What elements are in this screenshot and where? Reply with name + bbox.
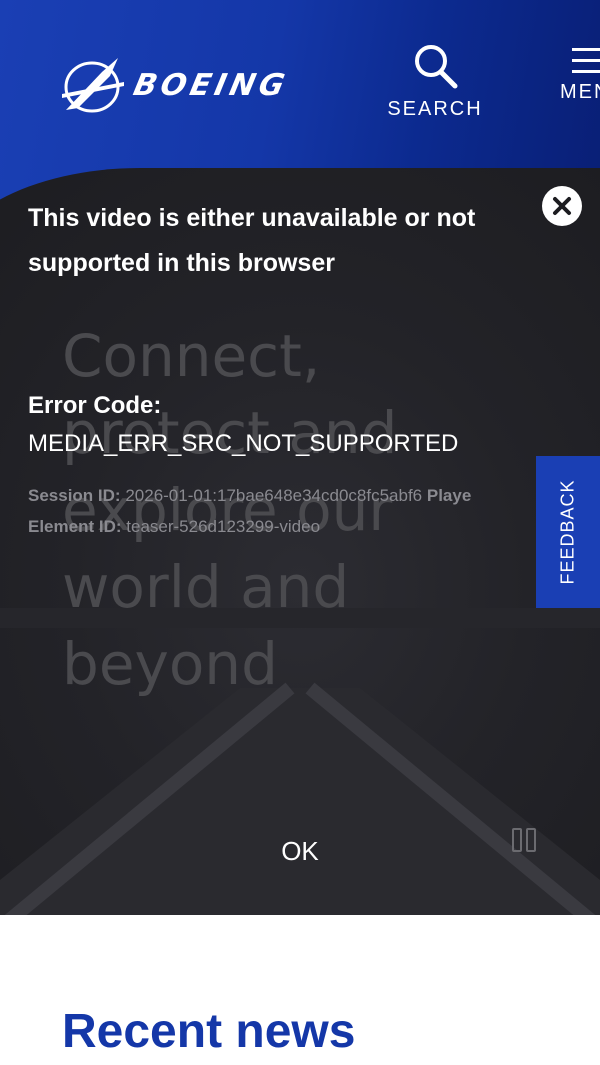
search-icon xyxy=(415,45,458,89)
ok-button[interactable]: OK xyxy=(260,828,340,874)
hero-headline: Connect, protect and explore our world a… xyxy=(62,318,542,703)
video-error-title: This video is either unavailable or not … xyxy=(28,204,476,277)
feedback-label: FEEDBACK xyxy=(557,479,578,585)
close-icon xyxy=(553,197,571,215)
player-label: Playe xyxy=(426,486,472,505)
recent-news-heading: Recent news xyxy=(62,1005,356,1058)
error-metadata: Session ID: 2026-01-01:17bae648e34cd0c8f… xyxy=(28,480,548,542)
road-graphic xyxy=(0,608,600,915)
hero-headline-line: beyond xyxy=(62,630,278,698)
search-button[interactable]: SEARCH xyxy=(380,42,490,128)
hero-headline-line: Connect, xyxy=(62,322,321,390)
hero-headline-line: explore our xyxy=(62,476,393,544)
hero-headline-line: protect and xyxy=(62,399,398,467)
error-code-label: Error Code: xyxy=(28,392,162,419)
pause-button[interactable] xyxy=(508,826,542,856)
pause-icon xyxy=(526,828,536,852)
session-id-label: Session ID: xyxy=(28,486,121,505)
boeing-logo-icon xyxy=(62,58,124,113)
menu-icon xyxy=(572,48,600,73)
pause-icon xyxy=(512,828,522,852)
boeing-logo[interactable]: BOEING xyxy=(58,50,358,120)
site-header: BOEING SEARCH MENU xyxy=(0,0,600,200)
element-id: teaser-526d123299-video xyxy=(126,517,321,536)
logo-wordmark: BOEING xyxy=(130,67,292,103)
menu-label: MENU xyxy=(560,81,600,103)
menu-button[interactable]: MENU xyxy=(558,48,600,128)
session-id: 2026-01-01:17bae648e34cd0c8fc5abf6 xyxy=(125,486,423,505)
hero-headline-line: world and xyxy=(62,553,350,621)
feedback-tab[interactable]: FEEDBACK xyxy=(536,456,600,608)
hero-background xyxy=(0,168,600,915)
close-error-button[interactable] xyxy=(542,186,582,226)
element-id-label: Element ID: xyxy=(28,517,122,536)
search-label: SEARCH xyxy=(387,98,483,120)
error-code: MEDIA_ERR_SRC_NOT_SUPPORTED xyxy=(28,430,459,457)
